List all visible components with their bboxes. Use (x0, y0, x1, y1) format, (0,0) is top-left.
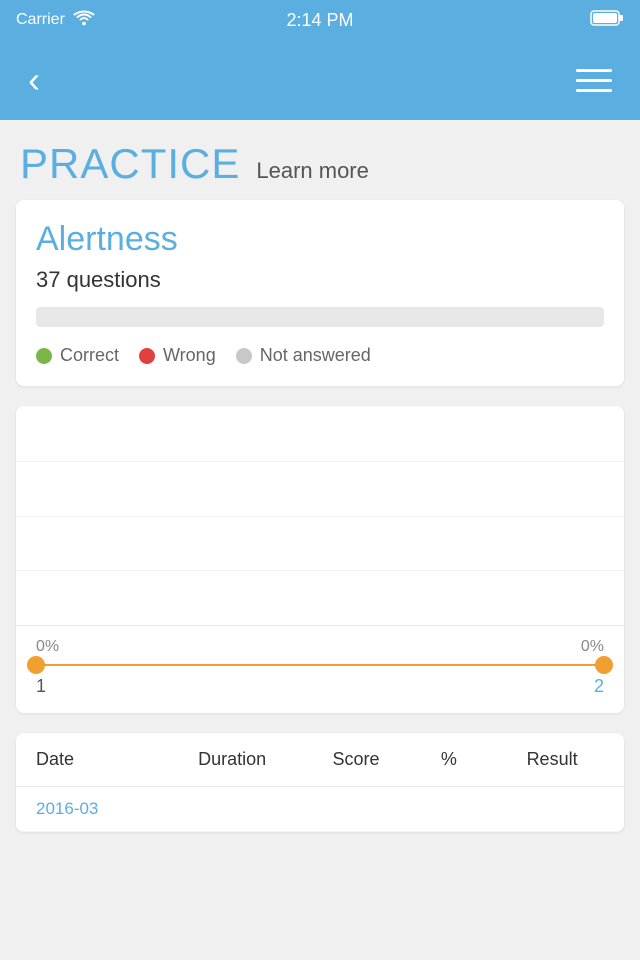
hamburger-menu-button[interactable] (568, 61, 620, 100)
hamburger-line-2 (576, 79, 612, 82)
table-header: Date Duration Score % Result (16, 733, 624, 787)
correct-dot (36, 348, 52, 364)
col-header-percent: % (408, 749, 491, 770)
wifi-icon (73, 10, 95, 31)
wrong-label: Wrong (163, 345, 216, 366)
grid-line-3 (16, 570, 624, 571)
range-labels: 1 2 (36, 676, 604, 697)
status-bar-right (590, 9, 624, 32)
page-header: PRACTICE Learn more (0, 120, 640, 200)
chart-percent-row: 0% 0% (36, 638, 604, 656)
questions-count: 37 questions (36, 267, 604, 293)
learn-more-link[interactable]: Learn more (256, 158, 369, 184)
col-header-result: Result (490, 749, 614, 770)
table-card: Date Duration Score % Result 2016-03 (16, 733, 624, 832)
range-label-left: 1 (36, 676, 46, 697)
chart-area (16, 406, 624, 626)
legend-correct: Correct (36, 345, 119, 366)
legend-not-answered: Not answered (236, 345, 371, 366)
back-button[interactable]: ‹ (20, 54, 48, 106)
not-answered-dot (236, 348, 252, 364)
not-answered-label: Not answered (260, 345, 371, 366)
legend-wrong: Wrong (139, 345, 216, 366)
table-row: 2016-03 (16, 787, 624, 832)
alertness-title: Alertness (36, 220, 604, 259)
range-slider[interactable] (36, 662, 604, 668)
grid-line-1 (16, 461, 624, 462)
page-title: PRACTICE (20, 140, 240, 188)
range-thumb-left[interactable] (27, 656, 45, 674)
cell-result (490, 799, 614, 819)
nav-bar: ‹ (0, 40, 640, 120)
hamburger-line-1 (576, 69, 612, 72)
cell-score (304, 799, 407, 819)
range-track (36, 664, 604, 666)
correct-label: Correct (60, 345, 119, 366)
legend: Correct Wrong Not answered (36, 345, 604, 366)
status-bar: Carrier 2:14 PM (0, 0, 640, 40)
cell-date: 2016-03 (26, 799, 160, 819)
cell-percent (408, 799, 491, 819)
range-label-right: 2 (594, 676, 604, 697)
progress-bar (36, 307, 604, 327)
cell-duration (160, 799, 305, 819)
col-header-date: Date (26, 749, 160, 770)
hamburger-line-3 (576, 89, 612, 92)
chart-percent-right: 0% (581, 638, 604, 656)
alertness-card: Alertness 37 questions Correct Wrong Not… (16, 200, 624, 386)
wrong-dot (139, 348, 155, 364)
carrier-label: Carrier (16, 11, 65, 29)
grid-line-2 (16, 516, 624, 517)
chart-slider-area: 0% 0% 1 2 (16, 626, 624, 713)
col-header-score: Score (304, 749, 407, 770)
chart-card: 0% 0% 1 2 (16, 406, 624, 713)
col-header-duration: Duration (160, 749, 305, 770)
chart-percent-left: 0% (36, 638, 59, 656)
status-bar-time: 2:14 PM (286, 10, 353, 31)
status-bar-left: Carrier (16, 10, 95, 31)
range-thumb-right[interactable] (595, 656, 613, 674)
battery-icon (590, 9, 624, 32)
